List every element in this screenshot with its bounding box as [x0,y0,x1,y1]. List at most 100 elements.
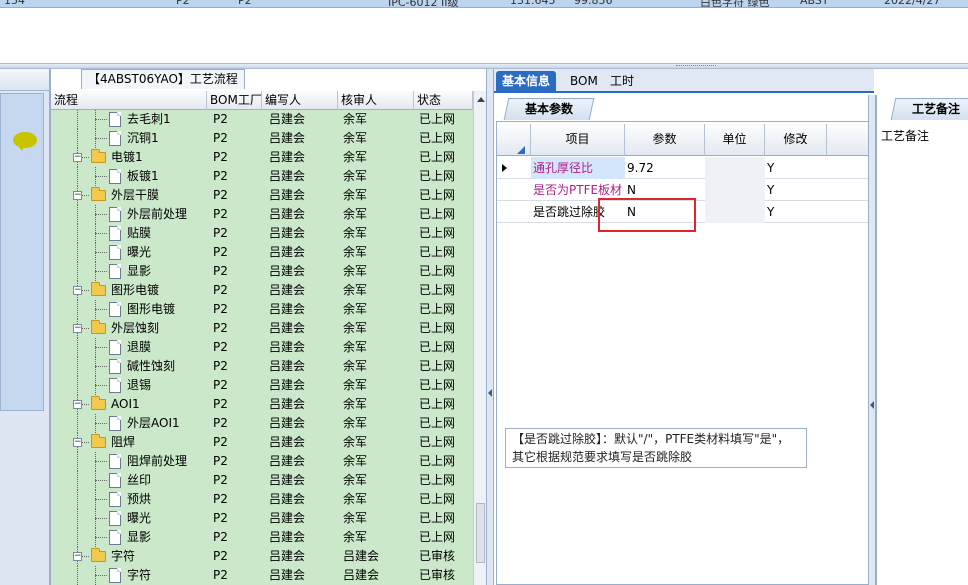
param-unit-cell[interactable] [705,179,765,201]
tree-node[interactable]: 曝光 [51,509,207,528]
col-header-bom-factory[interactable]: BOM工厂 [207,91,262,110]
tree-node[interactable]: 外层AOI1 [51,414,207,433]
tree-node[interactable]: − 电镀1 [51,148,207,167]
param-value-cell[interactable]: 9.72 [625,157,705,179]
tree-row[interactable]: 阻焊前处理 P2 吕建会 余军 已上网 [51,452,473,471]
tree-node[interactable]: 显影 [51,528,207,547]
col-header-modify[interactable]: 修改 [765,124,827,156]
tree-row[interactable]: − 外层干膜 P2 吕建会 余军 已上网 [51,186,473,205]
tree-row[interactable]: 显影 P2 吕建会 余军 已上网 [51,528,473,547]
tree-node[interactable]: 退膜 [51,338,207,357]
col-header-writer[interactable]: 编写人 [262,91,338,110]
row-selector[interactable] [497,179,531,201]
tree-scrollbar[interactable] [473,91,487,585]
scroll-thumb[interactable] [476,503,485,563]
comment-icon[interactable] [13,132,37,151]
collapse-toggle-icon[interactable]: − [73,324,82,333]
tree-row[interactable]: − 阻焊 P2 吕建会 余军 已上网 [51,433,473,452]
tree-row[interactable]: 字符 P2 吕建会 吕建会 已审核 [51,566,473,585]
splitter-grip[interactable] [676,65,716,68]
tree-row[interactable]: 预烘 P2 吕建会 余军 已上网 [51,490,473,509]
top-row-cell: 白色字符 绿色 [700,0,770,8]
param-unit-cell[interactable] [705,201,765,223]
collapse-toggle-icon[interactable]: − [73,400,82,409]
tree-line [95,347,107,348]
param-item-cell[interactable]: 通孔厚径比 [531,157,625,179]
tree-row[interactable]: 退锡 P2 吕建会 余军 已上网 [51,376,473,395]
tree-row[interactable]: − 外层蚀刻 P2 吕建会 余军 已上网 [51,319,473,338]
tree-row[interactable]: 退膜 P2 吕建会 余军 已上网 [51,338,473,357]
tree-node[interactable]: 沉铜1 [51,129,207,148]
row-selector[interactable] [497,201,531,223]
col-header-reviewer[interactable]: 核审人 [338,91,414,110]
tree-row[interactable]: − 电镀1 P2 吕建会 余军 已上网 [51,148,473,167]
tree-line [95,385,107,386]
tree-node[interactable]: 板镀1 [51,167,207,186]
tree-row[interactable]: − 字符 P2 吕建会 吕建会 已审核 [51,547,473,566]
tree-node[interactable]: − 图形电镀 [51,281,207,300]
tree-row[interactable]: 板镀1 P2 吕建会 余军 已上网 [51,167,473,186]
bom-factory-cell: P2 [213,397,228,411]
status-cell: 已上网 [419,283,456,297]
tree-node[interactable]: 预烘 [51,490,207,509]
tree-node[interactable]: 阻焊前处理 [51,452,207,471]
tree-node[interactable]: − 外层蚀刻 [51,319,207,338]
tree-row[interactable]: 外层前处理 P2 吕建会 余军 已上网 [51,205,473,224]
right-vertical-splitter[interactable] [868,95,876,585]
tree-row[interactable]: 贴膜 P2 吕建会 余军 已上网 [51,224,473,243]
param-unit-cell[interactable] [705,157,765,179]
param-modify-cell[interactable]: Y [767,157,827,179]
col-header-flow[interactable]: 流程 [51,91,207,110]
tree-row[interactable]: 曝光 P2 吕建会 余军 已上网 [51,509,473,528]
tree-node[interactable]: 曝光 [51,243,207,262]
top-data-row[interactable]: 154 P2 P2 IPC-6012 II级 131.645 99.856 白色字符 绿色 A… [0,0,968,8]
tree-row[interactable]: 去毛刺1 P2 吕建会 余军 已上网 [51,110,473,129]
tab-work-hours[interactable]: 工时 [604,71,640,93]
tree-node[interactable]: − 阻焊 [51,433,207,452]
collapse-toggle-icon[interactable]: − [73,438,82,447]
tree-row[interactable]: 曝光 P2 吕建会 余军 已上网 [51,243,473,262]
col-header-item[interactable]: 项目 [531,124,625,156]
tree-row[interactable]: 图形电镀 P2 吕建会 余军 已上网 [51,300,473,319]
tree-node[interactable]: 贴膜 [51,224,207,243]
tree-row[interactable]: 显影 P2 吕建会 余军 已上网 [51,262,473,281]
tree-node[interactable]: 退锡 [51,376,207,395]
collapse-left-icon[interactable] [488,389,492,397]
collapse-toggle-icon[interactable]: − [73,286,82,295]
col-header-status[interactable]: 状态 [414,91,473,110]
tree-row[interactable]: 碱性蚀刻 P2 吕建会 余军 已上网 [51,357,473,376]
tab-process-notes[interactable]: 工艺备注 [890,98,968,120]
tree-node[interactable]: − 外层干膜 [51,186,207,205]
grid-corner[interactable] [497,124,531,156]
tab-bom[interactable]: BOM [564,71,604,93]
param-row[interactable]: 通孔厚径比 9.72 Y [497,157,869,179]
tab-basic-info[interactable]: 基本信息 [496,71,557,93]
tree-node[interactable]: − AOI1 [51,395,207,414]
tree-node[interactable]: − 字符 [51,547,207,566]
col-header-param[interactable]: 参数 [625,124,705,156]
param-modify-cell[interactable]: Y [767,179,827,201]
tree-node[interactable]: 丝印 [51,471,207,490]
col-header-unit[interactable]: 单位 [705,124,765,156]
tree-row[interactable]: − AOI1 P2 吕建会 余军 已上网 [51,395,473,414]
collapse-toggle-icon[interactable]: − [73,552,82,561]
param-modify-cell[interactable]: Y [767,201,827,223]
collapse-right-icon[interactable] [870,401,874,409]
collapse-toggle-icon[interactable]: − [73,153,82,162]
tree-row[interactable]: − 图形电镀 P2 吕建会 余军 已上网 [51,281,473,300]
tree-node[interactable]: 字符 [51,566,207,585]
tree-row[interactable]: 丝印 P2 吕建会 余军 已上网 [51,471,473,490]
row-selector[interactable] [497,157,531,179]
tree-node[interactable]: 显影 [51,262,207,281]
tree-line [95,518,107,519]
tree-node[interactable]: 外层前处理 [51,205,207,224]
tree-node[interactable]: 碱性蚀刻 [51,357,207,376]
collapse-toggle-icon[interactable]: − [73,191,82,200]
tree-row[interactable]: 沉铜1 P2 吕建会 余军 已上网 [51,129,473,148]
tree-row[interactable]: 外层AOI1 P2 吕建会 余军 已上网 [51,414,473,433]
scroll-up-arrow-icon[interactable] [477,97,485,102]
vertical-splitter[interactable] [486,69,494,585]
subtab-basic-params[interactable]: 基本参数 [503,98,595,120]
tree-node[interactable]: 图形电镀 [51,300,207,319]
tree-node[interactable]: 去毛刺1 [51,110,207,129]
